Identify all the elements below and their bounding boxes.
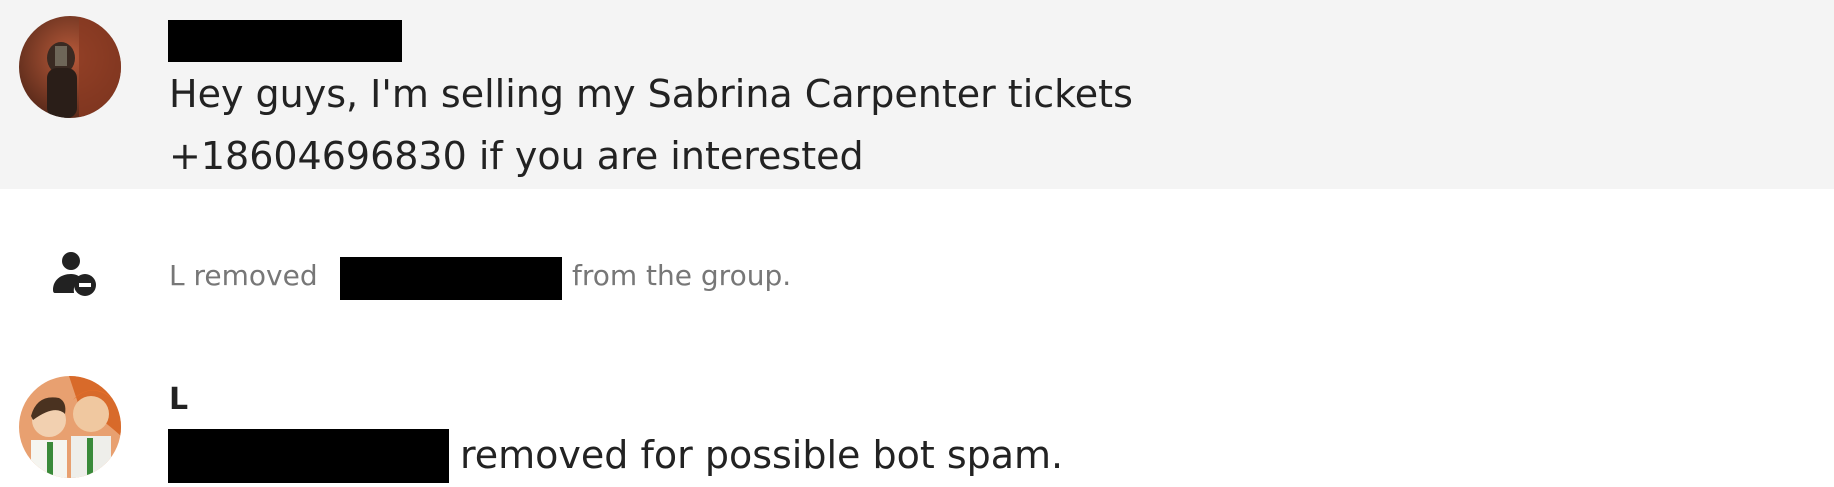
remove-member-icon <box>50 250 98 298</box>
cartoon-avatar[interactable] <box>19 376 121 478</box>
system-event-text-before: L removed <box>169 259 318 292</box>
reply-message-text: removed for possible bot spam. <box>460 433 1064 477</box>
redacted-removed-member <box>340 257 562 300</box>
redacted-message-subject <box>168 429 449 483</box>
sender-name[interactable]: L <box>169 382 188 418</box>
redacted-sender-name <box>168 20 402 62</box>
message-text-line-1: Hey guys, I'm selling my Sabrina Carpent… <box>169 72 1133 116</box>
message-text-line-2: +18604696830 if you are interested <box>169 134 864 178</box>
system-event-text-after: from the group. <box>572 259 792 292</box>
user-photo-avatar[interactable] <box>19 16 121 118</box>
